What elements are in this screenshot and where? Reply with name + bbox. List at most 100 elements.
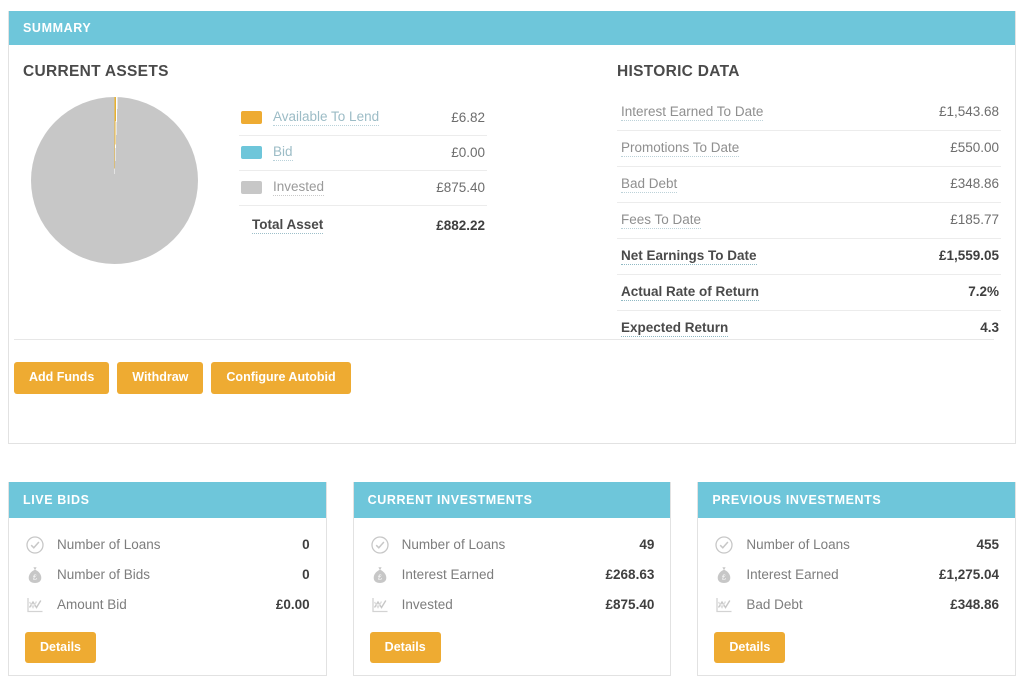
live-bids-actions: Details — [25, 631, 310, 663]
historic-row[interactable]: Actual Rate of Return 7.2% — [617, 275, 1001, 311]
assets-legend: Available To Lend £6.82 Bid £0.00 Invest… — [239, 101, 487, 243]
stat-label: Interest Earned — [746, 567, 839, 582]
historic-label: Net Earnings To Date — [621, 247, 757, 265]
historic-data-rows: Interest Earned To Date £1,543.68 Promot… — [617, 95, 1001, 346]
legend-swatch-bid — [241, 145, 262, 159]
stat-value: £348.86 — [950, 597, 1000, 612]
summary-header: SUMMARY — [9, 11, 1015, 45]
summary-actions: Add Funds Withdraw Configure Autobid — [14, 362, 351, 394]
current-investments-header: CURRENT INVESTMENTS — [353, 482, 671, 518]
historic-value: 4.3 — [980, 319, 999, 335]
stat-row: £ Interest Earned £1,275.04 — [714, 565, 999, 585]
legend-total-row[interactable]: Total Asset £882.22 — [239, 206, 487, 243]
historic-row[interactable]: Net Earnings To Date £1,559.05 — [617, 239, 1001, 275]
previous-investments-body: Number of Loans 455 £ Interest Earned £1… — [698, 518, 1015, 675]
historic-data-title: HISTORIC DATA — [617, 62, 740, 80]
stat-value: 455 — [976, 537, 1000, 552]
line-chart-icon — [25, 595, 45, 615]
historic-value: £348.86 — [950, 175, 999, 191]
legend-label: Bid — [273, 143, 293, 161]
historic-label: Interest Earned To Date — [621, 103, 764, 121]
live-bids-header: LIVE BIDS — [9, 482, 326, 518]
historic-value: £1,559.05 — [938, 247, 999, 263]
stat-row: Invested £875.40 — [370, 595, 655, 615]
legend-value: £875.40 — [436, 179, 485, 195]
line-chart-icon — [370, 595, 390, 615]
stat-label: Amount Bid — [57, 597, 127, 612]
check-circle-icon — [370, 535, 390, 555]
money-bag-icon: £ — [25, 565, 45, 585]
legend-label: Invested — [273, 178, 325, 196]
stat-row: Bad Debt £348.86 — [714, 595, 999, 615]
stat-label: Number of Loans — [746, 537, 850, 552]
assets-pie-chart — [31, 96, 198, 264]
historic-data-section: HISTORIC DATA Interest Earned To Date £1… — [609, 45, 1015, 443]
historic-label: Actual Rate of Return — [621, 283, 760, 301]
live-bids-details-button[interactable]: Details — [25, 631, 96, 663]
stat-label: Interest Earned — [401, 567, 494, 582]
stat-row: £ Interest Earned £268.63 — [370, 565, 655, 585]
stat-label: Number of Bids — [57, 567, 151, 582]
legend-swatch-invested — [241, 180, 262, 194]
stat-label: Invested — [401, 597, 453, 612]
stat-label: Bad Debt — [746, 597, 803, 612]
check-circle-icon — [714, 535, 734, 555]
legend-value: £6.82 — [451, 109, 485, 125]
historic-value: 7.2% — [968, 283, 999, 299]
historic-label: Promotions To Date — [621, 139, 740, 157]
historic-value: £550.00 — [950, 139, 999, 155]
total-asset-value: £882.22 — [436, 217, 485, 233]
historic-label: Expected Return — [621, 319, 729, 337]
historic-row[interactable]: Promotions To Date £550.00 — [617, 131, 1001, 167]
actions-divider — [14, 339, 994, 340]
stat-row: Number of Loans 49 — [370, 535, 655, 555]
previous-investments-header: PREVIOUS INVESTMENTS — [698, 482, 1016, 518]
stat-row: Number of Loans 0 — [25, 535, 310, 555]
historic-label: Fees To Date — [621, 211, 702, 229]
stat-value: £1,275.04 — [938, 567, 1000, 582]
stat-row: Amount Bid £0.00 — [25, 595, 310, 615]
historic-label: Bad Debt — [621, 175, 678, 193]
legend-label: Available To Lend — [273, 108, 380, 126]
historic-row[interactable]: Bad Debt £348.86 — [617, 167, 1001, 203]
live-bids-card: LIVE BIDS Number of Loans 0 £ Number of … — [8, 482, 327, 676]
stat-value: £875.40 — [605, 597, 655, 612]
previous-investments-card: PREVIOUS INVESTMENTS Number of Loans 455 — [697, 482, 1017, 676]
legend-item[interactable]: Bid £0.00 — [239, 136, 487, 171]
configure-autobid-button[interactable]: Configure Autobid — [211, 362, 351, 394]
current-investments-details-button[interactable]: Details — [369, 631, 441, 663]
previous-investments-details-button[interactable]: Details — [714, 631, 786, 663]
add-funds-button[interactable]: Add Funds — [14, 362, 110, 394]
legend-value: £0.00 — [451, 144, 485, 160]
money-bag-icon: £ — [370, 565, 390, 585]
dashboard-page: SUMMARY CURRENT ASSETS Available To Lend… — [0, 0, 1024, 691]
legend-swatch-available-to-lend — [241, 110, 262, 124]
current-investments-card: CURRENT INVESTMENTS Number of Loans 49 £… — [352, 482, 672, 676]
current-assets-title: CURRENT ASSETS — [23, 62, 169, 80]
stat-value: 0 — [302, 567, 310, 582]
money-bag-icon: £ — [714, 565, 734, 585]
stat-value: £0.00 — [275, 597, 310, 612]
legend-item[interactable]: Invested £875.40 — [239, 171, 487, 206]
historic-row[interactable]: Fees To Date £185.77 — [617, 203, 1001, 239]
summary-card: SUMMARY CURRENT ASSETS Available To Lend… — [8, 11, 1016, 444]
stat-value: 49 — [639, 537, 655, 552]
bottom-cards-row: LIVE BIDS Number of Loans 0 £ Number of … — [8, 482, 1017, 676]
pie-chart-wrap — [23, 93, 219, 264]
historic-value: £185.77 — [950, 211, 999, 227]
stat-value: £268.63 — [605, 567, 655, 582]
stat-value: 0 — [302, 537, 310, 552]
legend-item[interactable]: Available To Lend £6.82 — [239, 101, 487, 136]
stat-label: Number of Loans — [57, 537, 161, 552]
total-asset-label: Total Asset — [252, 216, 324, 234]
stat-label: Number of Loans — [401, 537, 506, 552]
stat-row: Number of Loans 455 — [714, 535, 999, 555]
historic-row[interactable]: Interest Earned To Date £1,543.68 — [617, 95, 1001, 131]
historic-row[interactable]: Expected Return 4.3 — [617, 311, 1001, 346]
line-chart-icon — [714, 595, 734, 615]
assets-row: Available To Lend £6.82 Bid £0.00 Invest… — [23, 93, 609, 264]
check-circle-icon — [25, 535, 45, 555]
stat-row: £ Number of Bids 0 — [25, 565, 310, 585]
current-investments-body: Number of Loans 49 £ Interest Earned £26… — [354, 518, 671, 675]
withdraw-button[interactable]: Withdraw — [117, 362, 204, 394]
